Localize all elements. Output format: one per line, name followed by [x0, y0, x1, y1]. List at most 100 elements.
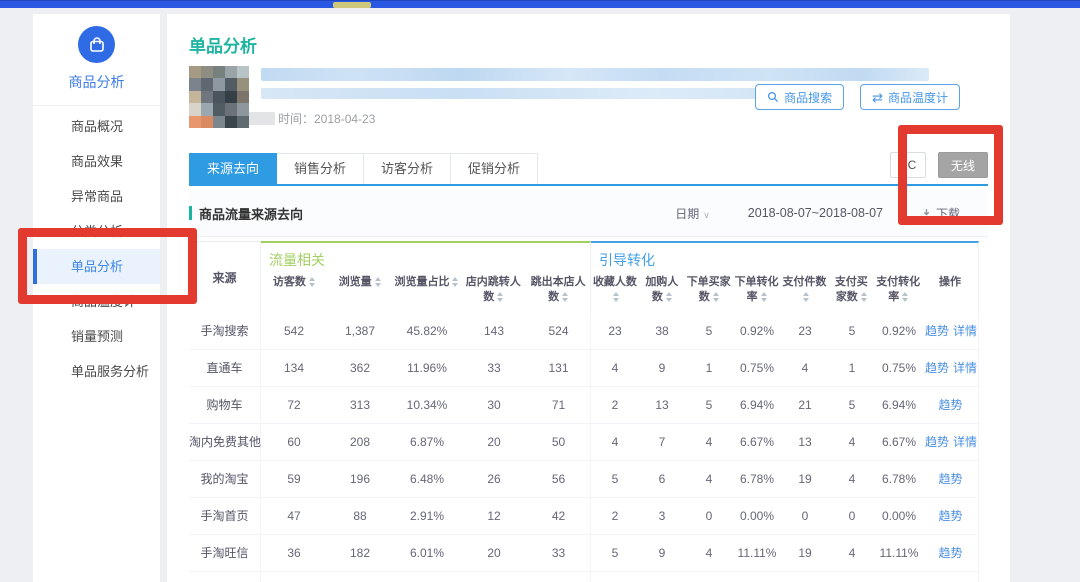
column-header-label: 浏览量占比: [394, 276, 449, 288]
sort-icon[interactable]: [713, 292, 719, 302]
trend-link[interactable]: 趋势: [925, 361, 949, 375]
trend-link[interactable]: 趋势: [938, 472, 962, 486]
column-header[interactable]: 下单买家数: [685, 272, 733, 316]
value-cell: 542: [261, 313, 327, 349]
table-body: 手淘搜索5421,38745.82%143524233850.92%2350.9…: [189, 313, 1010, 582]
sidebar-item-sales-forecast[interactable]: 销量预测: [33, 319, 160, 354]
value-cell: 88: [327, 572, 393, 582]
detail-link[interactable]: 详情: [953, 361, 977, 375]
mosaic-pixel: [237, 66, 249, 78]
date-type-dropdown[interactable]: 日期∨: [675, 205, 710, 222]
table-row: 淘内免费其他602086.87%20504746.67%1346.67%趋势详情: [189, 424, 979, 461]
column-header[interactable]: 下单转化率: [733, 272, 781, 316]
value-cell: 56: [527, 461, 591, 497]
topbar-accent: [333, 2, 371, 8]
column-header[interactable]: 加购人数: [639, 272, 685, 316]
date-type-label: 日期: [675, 207, 699, 221]
column-header[interactable]: 支付件数: [781, 272, 829, 316]
tab-source-destination[interactable]: 来源去向: [189, 153, 277, 184]
value-cell: 5: [685, 313, 733, 349]
mosaic-pixel: [225, 66, 237, 78]
value-cell: 4: [829, 424, 875, 460]
sort-icon[interactable]: [803, 292, 809, 302]
actions-cell: 趋势: [923, 535, 979, 571]
column-header[interactable]: 浏览量占比: [393, 272, 461, 316]
trend-link[interactable]: 趋势: [938, 509, 962, 523]
download-button[interactable]: 下载: [921, 205, 960, 222]
sidebar-item-category-analysis[interactable]: 分类分析: [33, 214, 160, 249]
sidebar-item-single-item-service-analysis[interactable]: 单品服务分析: [33, 354, 160, 389]
trend-link[interactable]: 趋势: [925, 324, 949, 338]
product-search-button[interactable]: 商品搜索: [755, 84, 844, 110]
column-header[interactable]: 店内跳转人数: [460, 272, 526, 316]
sort-icon[interactable]: [375, 277, 381, 287]
column-header[interactable]: 支付转化率: [874, 272, 922, 316]
value-cell: 19: [781, 535, 829, 571]
sort-icon[interactable]: [497, 292, 503, 302]
column-header-label: 跳出本店人数: [531, 276, 586, 303]
column-header[interactable]: 支付买家数: [828, 272, 874, 316]
tab-visitor-analysis[interactable]: 访客分析: [364, 153, 451, 184]
value-cell: 33: [461, 350, 527, 386]
trend-link[interactable]: 趋势: [938, 546, 962, 560]
sort-icon[interactable]: [562, 292, 568, 302]
sort-icon[interactable]: [761, 292, 767, 302]
actions-cell: 趋势: [923, 387, 979, 423]
value-cell: 5: [685, 387, 733, 423]
mosaic-pixel: [189, 103, 201, 115]
value-cell: 5: [829, 313, 875, 349]
sidebar-item-product-thermometer[interactable]: 商品温度计: [33, 284, 160, 319]
value-cell: 0: [829, 572, 875, 582]
tab-promotion-analysis[interactable]: 促销分析: [451, 153, 538, 184]
wireless-toggle-button[interactable]: 无线: [938, 152, 988, 178]
trend-link[interactable]: 趋势: [925, 435, 949, 449]
value-cell: 20: [461, 424, 527, 460]
sort-icon[interactable]: [861, 292, 867, 302]
section-header: 商品流量来源去向 日期∨ 2018-08-07~2018-08-07 下载: [189, 190, 988, 237]
section-title: 商品流量来源去向: [199, 204, 303, 223]
date-range-picker[interactable]: 2018-08-07~2018-08-07: [748, 206, 883, 220]
source-cell: 淘内免费其他: [189, 424, 261, 460]
column-header[interactable]: 访客数: [261, 272, 327, 316]
column-header[interactable]: 浏览量: [327, 272, 393, 316]
sort-icon[interactable]: [666, 292, 672, 302]
mosaic-pixel: [189, 116, 201, 128]
table-row: 直通车13436211.96%331314910.75%410.75%趋势详情: [189, 350, 979, 387]
mosaic-pixel: [189, 66, 201, 78]
actions-cell: 趋势详情: [923, 424, 979, 460]
actions-cell: 趋势详情: [923, 350, 979, 386]
value-cell: 134: [261, 350, 327, 386]
pc-toggle-button[interactable]: PC: [890, 152, 926, 178]
sidebar-item-abnormal-product[interactable]: 异常商品: [33, 179, 160, 214]
column-header-label: 访客数: [273, 276, 306, 288]
sidebar-item-product-overview[interactable]: 商品概况: [33, 109, 160, 144]
value-cell: 4: [685, 424, 733, 460]
detail-link[interactable]: 详情: [953, 435, 977, 449]
sidebar-item-product-effect[interactable]: 商品效果: [33, 144, 160, 179]
sort-icon[interactable]: [309, 277, 315, 287]
column-header[interactable]: 跳出本店人数: [526, 272, 590, 316]
mosaic-pixel: [237, 78, 249, 90]
value-cell: 4: [591, 424, 639, 460]
table-row: 购物车7231310.34%307121356.94%2156.94%趋势: [189, 387, 979, 424]
value-cell: 38: [639, 313, 685, 349]
value-cell: 11.96%: [393, 350, 461, 386]
tab-bar: 来源去向销售分析访客分析促销分析: [189, 153, 538, 184]
table-row: 手淘旺信361826.01%203359411.11%19411.11%趋势: [189, 535, 979, 572]
detail-link[interactable]: 详情: [953, 324, 977, 338]
column-header[interactable]: 收藏人数: [591, 272, 639, 316]
value-cell: 0: [685, 498, 733, 534]
download-label: 下载: [936, 205, 960, 222]
mosaic-pixel: [213, 91, 225, 103]
value-cell: 9: [639, 535, 685, 571]
sidebar-item-single-item-analysis[interactable]: 单品分析: [33, 249, 160, 284]
sort-icon[interactable]: [452, 277, 458, 287]
product-thermometer-button[interactable]: ⇄ 商品温度计: [860, 84, 960, 110]
value-cell: 26: [461, 461, 527, 497]
value-cell: 1: [685, 350, 733, 386]
mosaic-pixel: [213, 116, 225, 128]
trend-link[interactable]: 趋势: [938, 398, 962, 412]
tab-sales-analysis[interactable]: 销售分析: [277, 153, 364, 184]
sort-icon[interactable]: [613, 292, 619, 302]
sort-icon[interactable]: [902, 292, 908, 302]
